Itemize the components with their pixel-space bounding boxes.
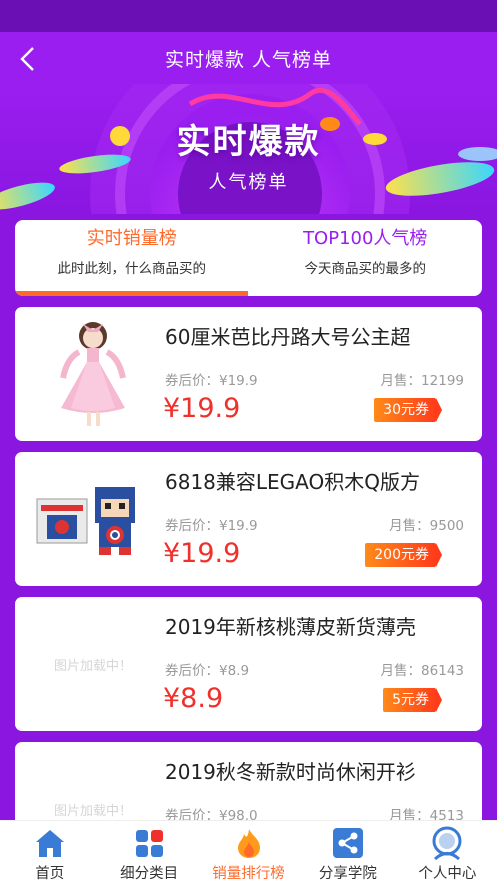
share-icon [332,828,363,858]
tabbar-item-share[interactable]: 分享学院 [298,821,397,883]
product-name: 60厘米芭比丹路大号公主超 [165,325,411,349]
product-name: 2019秋冬新款时尚休闲开衫 [165,760,416,784]
bottom-tab-bar: 首页 细分类目 销量排行榜 分享学院 个人中心 [0,820,497,883]
status-bar [0,0,497,32]
back-arrow-icon[interactable] [14,44,44,74]
price: ¥19.9 [163,538,241,569]
page-title: 实时爆款 人气榜单 [164,48,333,71]
coupon-price: 券后价：¥19.9 [165,373,258,389]
coupon-price: 券后价：¥19.9 [165,518,258,534]
tabbar-label: 分享学院 [318,866,377,882]
price: ¥19.9 [163,393,241,424]
tab-subtitle: 今天商品买的最多的 [304,261,427,277]
tabbar-label: 首页 [35,866,65,882]
ranking-tabs: 实时销量榜 此时此刻，什么商品买的 TOP100人气榜 今天商品买的最多的 [15,220,482,296]
home-icon [35,830,64,857]
coupon-price: 券后价：¥8.9 [165,663,250,679]
product-card[interactable]: 60厘米芭比丹路大号公主超 券后价：¥19.9 月售：12199 ¥19.9 3… [15,307,482,441]
monthly-sales: 月售：86143 [380,663,464,679]
image-placeholder: 图片加载中！ [23,605,163,723]
banner: 实时爆款 人气榜单 [0,84,497,214]
category-icon [136,830,164,857]
active-tab-indicator [15,291,248,296]
banner-subtitle: 人气榜单 [208,172,289,193]
monthly-sales: 月售：12199 [380,373,464,389]
nav-bar: 实时爆款 人气榜单 [0,32,497,84]
coupon-badge[interactable]: 5元券 [383,688,442,712]
lego-image [23,460,163,578]
tabbar-label: 个人中心 [418,866,477,882]
tab-top100[interactable]: TOP100人气榜 今天商品买的最多的 [249,220,483,296]
product-card[interactable]: 图片加载中！ 2019年新核桃薄皮新货薄壳 券后价：¥8.9 月售：86143 … [15,597,482,731]
price: ¥8.9 [163,683,224,714]
image-loading-text: 图片加载中！ [53,803,132,819]
tab-subtitle: 此时此刻，什么商品买的 [57,261,207,277]
doll-image [23,315,163,433]
flame-icon [237,829,260,858]
banner-title: 实时爆款 [176,122,321,162]
product-card[interactable]: 6818兼容LEGAO积木Q版方 券后价：¥19.9 月售：9500 ¥19.9… [15,452,482,586]
tabbar-item-sales-ranking[interactable]: 销量排行榜 [199,821,298,883]
product-name: 6818兼容LEGAO积木Q版方 [165,470,420,494]
tab-title: TOP100人气榜 [303,228,428,249]
tab-realtime-sales[interactable]: 实时销量榜 此时此刻，什么商品买的 [15,220,249,296]
tabbar-item-category[interactable]: 细分类目 [99,821,198,883]
tab-title: 实时销量榜 [86,228,177,249]
user-icon [432,826,462,860]
image-loading-text: 图片加载中！ [53,658,132,674]
tabbar-label: 销量排行榜 [212,866,285,882]
monthly-sales: 月售：9500 [389,518,464,534]
tabbar-label: 细分类目 [120,866,179,882]
coupon-badge[interactable]: 200元券 [365,543,442,567]
coupon-badge[interactable]: 30元券 [374,398,442,422]
tabbar-item-profile[interactable]: 个人中心 [398,821,497,883]
tabbar-item-home[interactable]: 首页 [0,821,99,883]
product-name: 2019年新核桃薄皮新货薄壳 [165,615,416,639]
